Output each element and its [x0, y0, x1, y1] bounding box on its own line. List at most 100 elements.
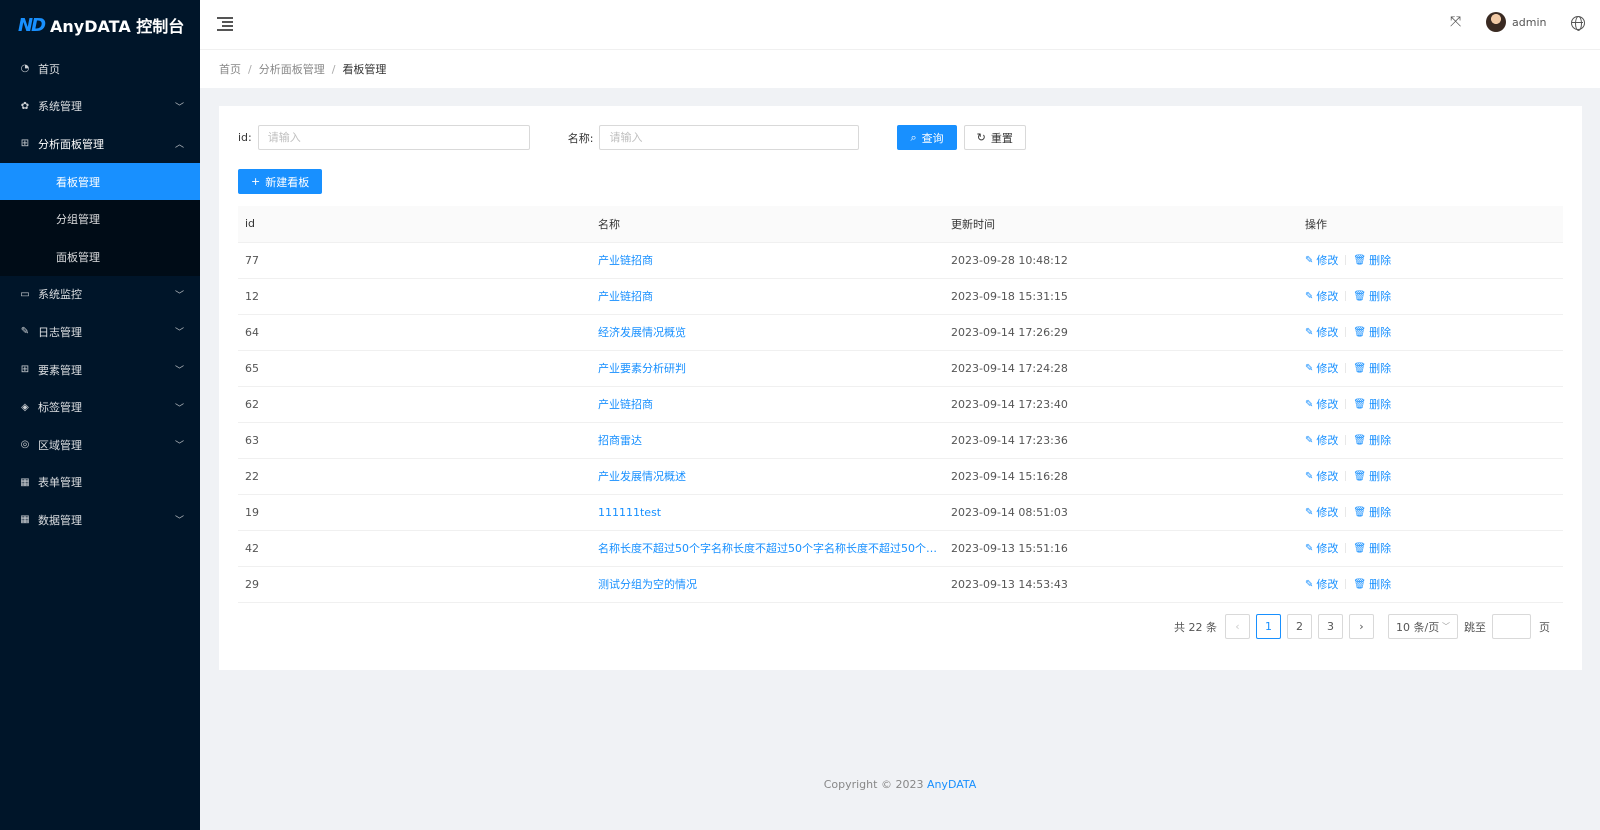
delete-button[interactable]: 🗑 删除 [1353, 288, 1391, 304]
table-row: 12 产业链招商 2023-09-18 15:31:15 ✎ 修改 🗑 删除 [238, 278, 1563, 315]
cell-updated-time: 2023-09-14 17:23:40 [944, 386, 1298, 423]
delete-button[interactable]: 🗑 删除 [1353, 432, 1391, 448]
submenu-item-group[interactable]: 分组管理 [0, 200, 200, 238]
fullscreen-icon[interactable]: ⤧ [1450, 15, 1464, 29]
sidebar-item-label: 标签管理 [38, 401, 82, 415]
edit-button[interactable]: ✎ 修改 [1305, 252, 1338, 268]
page-1-button[interactable]: 1 [1256, 614, 1281, 639]
cell-id: 29 [238, 566, 591, 603]
sidebar-item-system[interactable]: ✿ 系统管理 ﹀ [0, 88, 200, 126]
edit-button[interactable]: ✎ 修改 [1305, 288, 1338, 304]
name-input[interactable] [599, 125, 860, 150]
sidebar-item-regions[interactable]: ◎ 区域管理 ﹀ [0, 426, 200, 464]
trash-icon: 🗑 [1353, 506, 1367, 518]
edit-icon: ✎ [1305, 470, 1314, 482]
cell-updated-time: 2023-09-28 10:48:12 [944, 242, 1298, 279]
cell-operations: ✎ 修改 🗑 删除 [1298, 386, 1563, 423]
page-size-value: 10 条/页 [1396, 620, 1440, 634]
sidebar-item-elements[interactable]: ⊞ 要素管理 ﹀ [0, 351, 200, 389]
prev-page-button[interactable]: ‹ [1225, 614, 1250, 639]
page-3-button[interactable]: 3 [1318, 614, 1343, 639]
page-size-select[interactable]: 10 条/页 ﹀ [1388, 614, 1458, 639]
sidebar-item-monitor[interactable]: ▭ 系统监控 ﹀ [0, 276, 200, 314]
edit-button[interactable]: ✎ 修改 [1305, 324, 1338, 340]
logo[interactable]: ND AnyDATA 控制台 [0, 0, 200, 50]
new-dashboard-label: 新建看板 [265, 175, 310, 189]
divider [1345, 506, 1347, 517]
menu-fold-icon[interactable] [217, 15, 233, 31]
delete-label: 删除 [1369, 398, 1392, 411]
submenu-item-panel[interactable]: 面板管理 [0, 238, 200, 276]
cell-name-link[interactable]: 招商雷达 [591, 422, 944, 459]
submenu-item-dashboard[interactable]: 看板管理 [0, 162, 200, 201]
delete-button[interactable]: 🗑 删除 [1353, 504, 1391, 520]
next-page-button[interactable]: › [1349, 614, 1374, 639]
delete-button[interactable]: 🗑 删除 [1353, 324, 1391, 340]
table-row: 65 产业要素分析研判 2023-09-14 17:24:28 ✎ 修改 🗑 删除 [238, 350, 1563, 387]
cell-name-link[interactable]: 产业发展情况概述 [591, 458, 944, 495]
globe-icon[interactable] [1571, 16, 1585, 31]
table-row: 77 产业链招商 2023-09-28 10:48:12 ✎ 修改 🗑 删除 [238, 242, 1563, 279]
breadcrumb-home[interactable]: 首页 [219, 61, 241, 77]
reset-button[interactable]: ↻ 重置 [963, 125, 1026, 150]
id-label: id: [238, 131, 252, 144]
footer-brand-link[interactable]: AnyDATA [927, 778, 976, 791]
edit-button[interactable]: ✎ 修改 [1305, 396, 1338, 412]
cell-name-link[interactable]: 产业链招商 [591, 242, 944, 279]
cell-updated-time: 2023-09-18 15:31:15 [944, 278, 1298, 315]
chevron-down-icon: ﹀ [1442, 622, 1450, 631]
sidebar-item-analysis-panel[interactable]: ⊞ 分析面板管理 ︿ [0, 125, 200, 163]
edit-button[interactable]: ✎ 修改 [1305, 468, 1338, 484]
cell-name-link[interactable]: 经济发展情况概览 [591, 314, 944, 351]
edit-icon: ✎ [1305, 362, 1314, 374]
edit-button[interactable]: ✎ 修改 [1305, 360, 1338, 376]
column-header-name: 名称 [591, 206, 944, 243]
sidebar-item-home[interactable]: ◔ 首页 [0, 50, 200, 88]
sidebar-item-forms[interactable]: ▦ 表单管理 [0, 464, 200, 502]
trash-icon: 🗑 [1353, 254, 1367, 266]
page-2-button[interactable]: 2 [1287, 614, 1312, 639]
delete-button[interactable]: 🗑 删除 [1353, 540, 1391, 556]
trash-icon: 🗑 [1353, 470, 1367, 482]
edit-button[interactable]: ✎ 修改 [1305, 540, 1338, 556]
divider [1345, 578, 1347, 589]
cell-name-link[interactable]: 产业链招商 [591, 386, 944, 423]
dashboard-icon: ◔ [20, 63, 30, 75]
query-button[interactable]: ⌕ 查询 [897, 125, 957, 150]
edit-button[interactable]: ✎ 修改 [1305, 576, 1338, 592]
cell-name-link[interactable]: 产业链招商 [591, 278, 944, 315]
chevron-down-icon: ﹀ [174, 403, 184, 414]
delete-button[interactable]: 🗑 删除 [1353, 360, 1391, 376]
breadcrumb-parent[interactable]: 分析面板管理 [259, 61, 325, 77]
cell-name-link[interactable]: 测试分组为空的情况 [591, 566, 944, 603]
sidebar-item-data[interactable]: ▦ 数据管理 ﹀ [0, 501, 200, 539]
user-menu[interactable]: admin [1486, 12, 1546, 32]
jump-page-input[interactable] [1492, 614, 1531, 639]
cell-name-link[interactable]: 名称长度不超过50个字名称长度不超过50个字名称长度不超过50个字... [591, 530, 944, 567]
delete-button[interactable]: 🗑 删除 [1353, 468, 1391, 484]
delete-button[interactable]: 🗑 删除 [1353, 576, 1391, 592]
sidebar-item-tags[interactable]: ◈ 标签管理 ﹀ [0, 388, 200, 426]
delete-button[interactable]: 🗑 删除 [1353, 252, 1391, 268]
new-dashboard-button[interactable]: + 新建看板 [238, 169, 323, 194]
jump-label: 跳至 [1464, 620, 1486, 634]
edit-icon: ✎ [1305, 254, 1314, 266]
tag-icon: ◈ [21, 401, 29, 413]
sidebar-item-logs[interactable]: ✎ 日志管理 ﹀ [0, 313, 200, 351]
divider [1345, 254, 1347, 265]
breadcrumb: 首页 / 分析面板管理 / 看板管理 [200, 50, 1600, 88]
cell-name-link[interactable]: 111111test [591, 494, 944, 531]
edit-button[interactable]: ✎ 修改 [1305, 504, 1338, 520]
chevron-up-icon: ︿ [174, 140, 184, 151]
sidebar-item-label: 日志管理 [38, 325, 82, 339]
edit-button[interactable]: ✎ 修改 [1305, 432, 1338, 448]
cell-operations: ✎ 修改 🗑 删除 [1298, 530, 1563, 567]
edit-icon: ✎ [1305, 542, 1314, 554]
cell-id: 62 [238, 386, 591, 423]
delete-button[interactable]: 🗑 删除 [1353, 396, 1391, 412]
cell-updated-time: 2023-09-14 17:23:36 [944, 422, 1298, 459]
chevron-down-icon: ﹀ [174, 102, 184, 113]
id-input[interactable] [257, 125, 530, 150]
chevron-down-icon: ﹀ [174, 366, 184, 377]
cell-name-link[interactable]: 产业要素分析研判 [591, 350, 944, 387]
